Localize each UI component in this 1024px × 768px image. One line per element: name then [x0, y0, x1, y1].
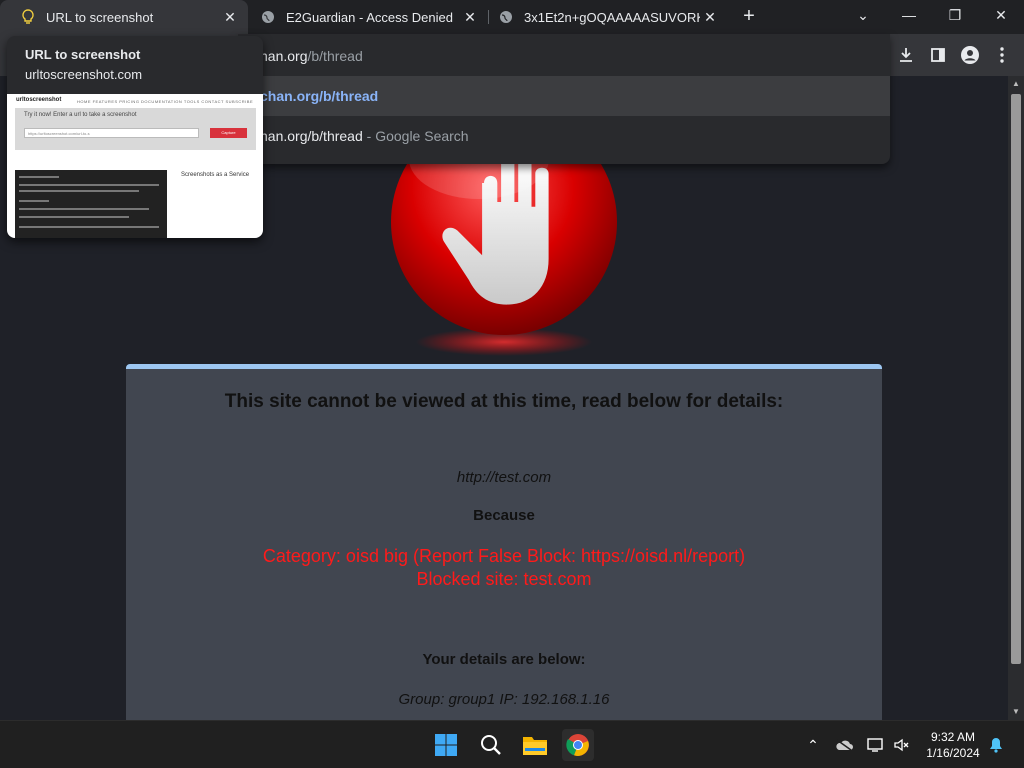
tab-base64-image[interactable]: 3x1Et2n+gOQAAAAASUVORK5C ✕: [488, 0, 728, 34]
preview-dark-panel: [15, 170, 167, 238]
page-scrollbar[interactable]: ▲ ▼: [1008, 76, 1024, 720]
search-button[interactable]: [475, 729, 507, 761]
hover-card-domain: urltoscreenshot.com: [25, 67, 143, 82]
restore-button[interactable]: ❐: [932, 0, 978, 30]
group-ip-line: Group: group1 IP: 192.168.1.16: [398, 691, 610, 708]
profile-icon[interactable]: [958, 43, 982, 67]
lightbulb-icon: [20, 9, 36, 25]
preview-input: https://urltoscreenshot.com/url-to-s: [24, 128, 199, 138]
globe-icon: [260, 9, 276, 25]
preview-prompt: Try it now! Enter a url to take a screen…: [24, 112, 137, 118]
close-tab-icon[interactable]: ✕: [700, 9, 720, 26]
taskbar: ⌃ 9:32 AM 1/16/2024: [0, 720, 1024, 768]
omnibox-input[interactable]: han.org/b/thread: [238, 36, 890, 76]
omnibox-suggestion-url[interactable]: chan.org/b/thread: [238, 76, 890, 116]
scroll-up-icon[interactable]: ▲: [1008, 76, 1024, 92]
file-explorer-button[interactable]: [519, 729, 551, 761]
system-clock[interactable]: 9:32 AM 1/16/2024: [916, 729, 990, 761]
volume-muted-icon[interactable]: [892, 735, 912, 755]
block-reason: Category: oisd big (Report False Block: …: [126, 545, 882, 591]
clock-time: 9:32 AM: [930, 730, 976, 744]
close-tab-icon[interactable]: ✕: [460, 9, 480, 26]
network-icon[interactable]: [866, 735, 886, 755]
omnibox-dropdown: han.org/b/thread chan.org/b/thread han.o…: [238, 34, 890, 164]
tab-title: 3x1Et2n+gOQAAAAASUVORK5C: [524, 9, 700, 25]
clock-date: 1/16/2024: [926, 746, 980, 760]
new-tab-button[interactable]: +: [737, 4, 761, 28]
tab-title: E2Guardian - Access Denied: [286, 9, 453, 25]
tab-e2guardian[interactable]: E2Guardian - Access Denied ✕: [248, 0, 488, 34]
blocked-url: http://test.com: [456, 469, 552, 486]
scroll-down-icon[interactable]: ▼: [1008, 704, 1024, 720]
because-label: Because: [473, 507, 535, 524]
minimize-button[interactable]: —: [886, 0, 932, 30]
chrome-icon: [566, 734, 589, 756]
tab-hover-card: URL to screenshot urltoscreenshot.com ur…: [7, 36, 263, 238]
blocked-site-line: Blocked site: test.com: [416, 569, 592, 589]
menu-dots-icon[interactable]: [990, 43, 1014, 67]
suggestion-suffix: - Google Search: [362, 128, 469, 144]
tab-title: URL to screenshot: [46, 9, 154, 25]
category-line: Category: oisd big (Report False Block: …: [262, 546, 746, 566]
tab-search-button[interactable]: ⌄: [840, 0, 886, 30]
scrollbar-thumb[interactable]: [1011, 94, 1021, 664]
page-heading: This site cannot be viewed at this time,…: [224, 391, 784, 412]
show-hidden-icons-icon[interactable]: ⌃: [803, 735, 823, 755]
preview-capture-button: Capture: [210, 128, 247, 138]
omnibox-input-host: han.org: [260, 48, 308, 64]
search-icon: [481, 735, 501, 755]
side-panel-icon[interactable]: [926, 43, 950, 67]
details-heading: Your details are below:: [422, 651, 586, 668]
windows-icon: [435, 734, 457, 756]
folder-icon: [523, 737, 547, 755]
omnibox-suggestion-search[interactable]: han.org/b/thread - Google Search: [238, 116, 890, 156]
tab-strip: URL to screenshot ✕ E2Guardian - Access …: [0, 0, 1024, 34]
preview-nav: HOME FEATURES PRICING DOCUMENTATION TOOL…: [77, 99, 254, 104]
preview-logo: urltoscreenshot: [16, 97, 62, 103]
onedrive-off-icon[interactable]: [834, 735, 854, 755]
globe-icon: [498, 9, 514, 25]
download-icon[interactable]: [894, 43, 918, 67]
omnibox-input-path: /b/thread: [307, 48, 363, 64]
preview-hero: Try it now! Enter a url to take a screen…: [15, 108, 256, 150]
chrome-button[interactable]: [562, 729, 594, 761]
tab-preview-thumbnail: urltoscreenshot HOME FEATURES PRICING DO…: [7, 94, 263, 238]
notification-bell-icon[interactable]: [986, 735, 1006, 755]
preview-side-heading: Screenshots as a Service: [181, 172, 250, 178]
close-tab-icon[interactable]: ✕: [220, 9, 240, 26]
tab-url-to-screenshot[interactable]: URL to screenshot ✕: [0, 0, 248, 34]
access-denied-card: This site cannot be viewed at this time,…: [126, 364, 882, 720]
close-window-button[interactable]: ✕: [978, 0, 1024, 30]
hover-card-title: URL to screenshot: [25, 47, 141, 62]
suggestion-text: han.org/b/thread: [260, 128, 363, 144]
start-button[interactable]: [430, 729, 462, 761]
